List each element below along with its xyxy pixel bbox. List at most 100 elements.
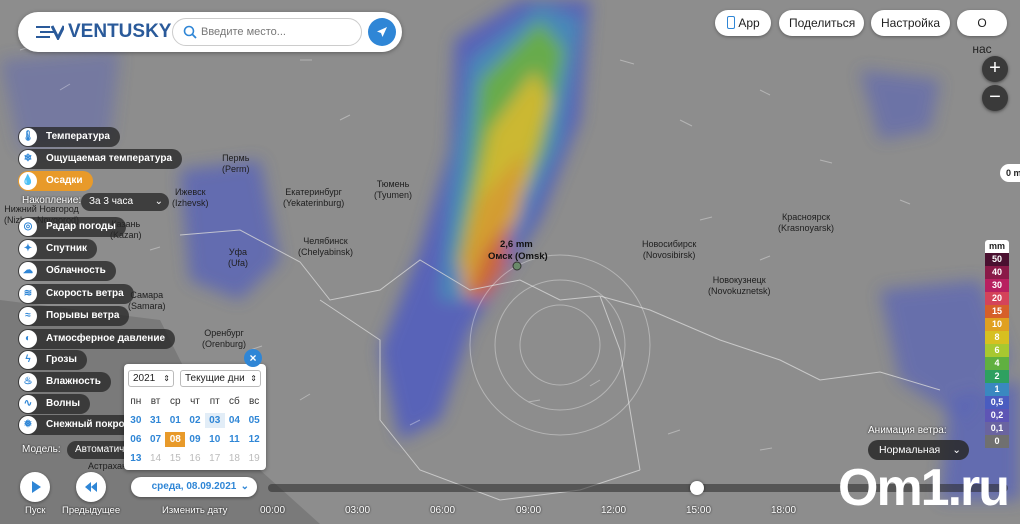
legend-step: 15 xyxy=(985,305,1009,318)
calendar-day[interactable]: 30 xyxy=(126,413,146,428)
model-select[interactable]: Автоматич xyxy=(67,441,127,459)
cursor-value-readout: 0 m xyxy=(1000,164,1020,182)
calendar-day: 15 xyxy=(169,453,181,464)
legend-step: 0 xyxy=(985,435,1009,448)
phone-icon xyxy=(727,16,735,29)
select-arrows-icon: ⇕ xyxy=(163,374,170,383)
layer-snowflake[interactable]: ❅ Снежный покров xyxy=(18,415,141,435)
calendar-grid: пн вт ср чт пт сб вс 30 31 01 02 03 04 05 06 07 08 09 10 11… xyxy=(126,394,264,466)
calendar-day[interactable]: 11 xyxy=(225,432,245,447)
wind-animation-select[interactable]: Нормальная ⌄ xyxy=(868,440,969,460)
range-value: Текущие дни xyxy=(185,373,245,384)
previous-button[interactable] xyxy=(76,472,106,502)
accumulation-select[interactable]: За 3 часа ⌄ xyxy=(81,193,169,211)
calendar-day[interactable]: 09 xyxy=(185,432,205,447)
accumulation-label: Накопление: xyxy=(22,195,82,206)
app-button[interactable]: App xyxy=(715,10,771,36)
play-button[interactable] xyxy=(20,472,50,502)
layer-waves[interactable]: ∿ Волны xyxy=(18,394,91,414)
city-label-chelyabinsk: Челябинск (Chelyabinsk) xyxy=(298,236,354,257)
timeline-hour-label: 00:00 xyxy=(260,505,286,516)
weekday-header: сб xyxy=(229,396,240,407)
timeline-hour-label: 09:00 xyxy=(516,505,542,516)
search-input[interactable] xyxy=(201,22,351,42)
omsk-label: Омск (Omsk) xyxy=(488,251,548,262)
calendar-day[interactable]: 06 xyxy=(126,432,146,447)
layer-label: Порывы ветра xyxy=(46,310,120,321)
calendar-day[interactable]: 08 xyxy=(165,432,186,447)
search-box[interactable] xyxy=(172,18,362,46)
select-arrows-icon: ⇕ xyxy=(250,374,257,383)
layer-humidity[interactable]: ♨ Влажность xyxy=(18,372,111,392)
zoom-in-button[interactable]: + xyxy=(982,56,1008,82)
layer-label: Облачность xyxy=(46,265,106,276)
layer-gust[interactable]: ≈ Порывы ветра xyxy=(18,306,130,326)
locate-button[interactable] xyxy=(368,18,396,46)
legend-step: 1 xyxy=(985,383,1009,396)
cloud-icon: ☁ xyxy=(19,262,37,280)
layer-label: Спутник xyxy=(46,243,88,254)
layer-thermometer[interactable]: 🌡 Температура xyxy=(18,127,120,147)
layer-label: Скорость ветра xyxy=(46,288,124,299)
layer-cloud[interactable]: ☁ Облачность xyxy=(18,261,116,281)
play-label: Пуск xyxy=(25,505,46,516)
timeline-hour-label: 15:00 xyxy=(686,505,712,516)
layer-label: Волны xyxy=(46,398,81,409)
layer-label: Снежный покров xyxy=(46,419,131,430)
calendar-day[interactable]: 07 xyxy=(146,432,166,447)
about-button[interactable]: О нас xyxy=(957,10,1007,56)
layer-radar[interactable]: ◎ Радар погоды xyxy=(18,217,126,237)
calendar-day[interactable]: 01 xyxy=(165,413,185,428)
chevron-down-icon: ⌄ xyxy=(154,196,163,207)
layer-lightning[interactable]: ϟ Грозы xyxy=(18,350,87,370)
city-label-krasnoyarsk: Красноярск (Krasnoyarsk) xyxy=(778,212,835,233)
settings-button[interactable]: Настройка xyxy=(871,10,950,36)
layer-label: Ощущаемая температура xyxy=(46,153,173,164)
zoom-out-button[interactable]: − xyxy=(982,85,1008,111)
calendar-day[interactable]: 05 xyxy=(244,413,264,428)
calendar-day[interactable]: 02 xyxy=(185,413,205,428)
calendar-day[interactable]: 31 xyxy=(146,413,166,428)
range-select[interactable]: Текущие дни ⇕ xyxy=(180,370,261,387)
chevron-down-icon: ⌄ xyxy=(240,481,249,492)
feels-like-icon: ❄ xyxy=(19,150,37,168)
date-picker: 2021 ⇕ Текущие дни ⇕ пн вт ср чт пт сб вс 30 31 01 0… xyxy=(124,364,266,470)
layer-drop[interactable]: 💧 Осадки xyxy=(18,171,93,191)
logo-text: VENTUSKY xyxy=(68,21,172,42)
share-button[interactable]: Поделиться xyxy=(779,10,864,36)
legend-step: 0,5 xyxy=(985,396,1009,409)
location-arrow-icon xyxy=(377,27,387,37)
calendar-day[interactable]: 13 xyxy=(126,451,146,466)
layer-satellite[interactable]: ✦ Спутник xyxy=(18,239,98,259)
layer-label: Осадки xyxy=(46,175,83,186)
calendar-day: 16 xyxy=(189,453,201,464)
calendar-day: 17 xyxy=(209,453,221,464)
layer-label: Грозы xyxy=(46,354,77,365)
ventusky-logo[interactable]: VENTUSKY xyxy=(34,20,171,44)
timeline-hour-label: 18:00 xyxy=(771,505,797,516)
close-icon[interactable]: × xyxy=(244,349,262,367)
layer-pressure[interactable]: ◐ Атмосферное давление xyxy=(18,329,176,349)
om1-watermark: Om1.ru xyxy=(838,458,1010,518)
wind-icon: ≋ xyxy=(19,285,37,303)
logo-icon xyxy=(36,25,64,40)
satellite-icon: ✦ xyxy=(19,240,37,258)
omsk-precip-value: 2,6 mm xyxy=(500,239,533,250)
calendar-day[interactable]: 03 xyxy=(204,413,225,428)
layer-feels-like[interactable]: ❄ Ощущаемая температура xyxy=(18,149,183,169)
wind-animation-value: Нормальная xyxy=(879,444,941,456)
layer-label: Влажность xyxy=(46,376,101,387)
year-select[interactable]: 2021 ⇕ xyxy=(128,370,174,387)
calendar-day: 18 xyxy=(228,453,240,464)
city-label-izhevsk: Ижевск (Izhevsk) xyxy=(172,187,209,208)
calendar-day[interactable]: 10 xyxy=(205,432,225,447)
legend-step: 8 xyxy=(985,331,1009,344)
date-button[interactable]: среда, 08.09.2021 ⌄ xyxy=(131,477,257,497)
timeline-hour-label: 03:00 xyxy=(345,505,371,516)
layer-wind[interactable]: ≋ Скорость ветра xyxy=(18,284,134,304)
calendar-day[interactable]: 04 xyxy=(225,413,245,428)
header-bar: VENTUSKY xyxy=(18,12,402,52)
previous-label: Предыдущее xyxy=(62,505,121,516)
calendar-day[interactable]: 12 xyxy=(244,432,264,447)
model-label: Модель: xyxy=(22,444,61,455)
